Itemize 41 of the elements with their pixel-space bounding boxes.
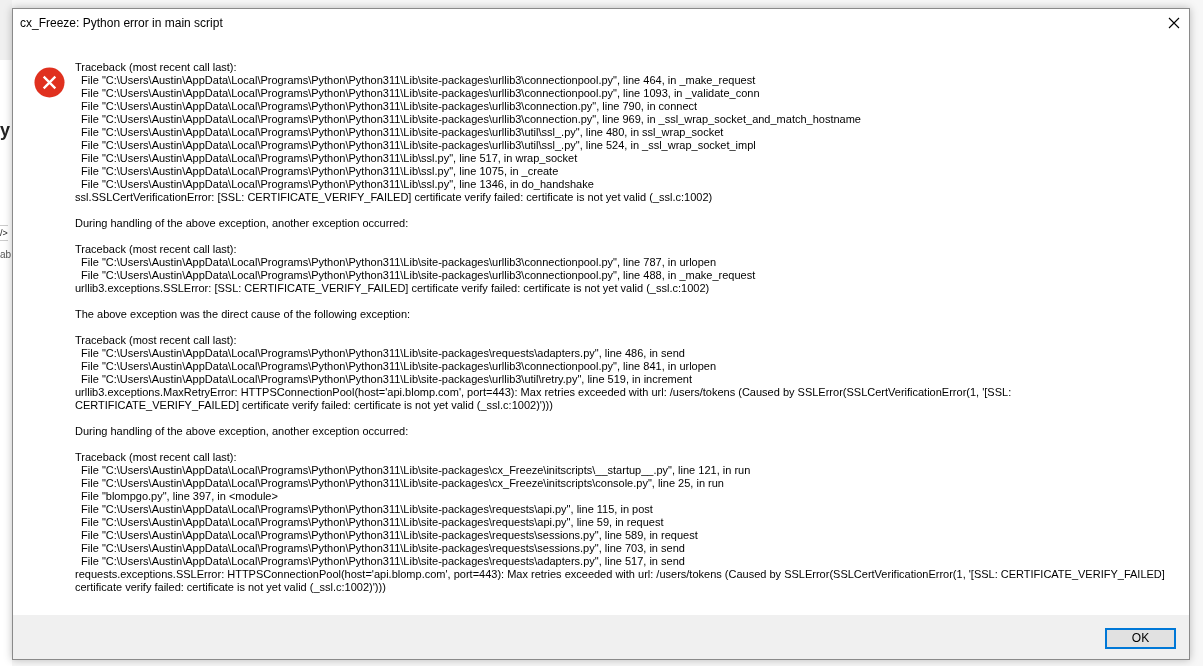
error-text-line: CERTIFICATE_VERIFY_FAILED] certificate verify failed: certificate is not yet valid (_ssl.c:1002)'))) xyxy=(75,399,553,412)
error-text-line: During handling of the above exception, another exception occurred: xyxy=(75,425,409,438)
ok-button[interactable]: OK xyxy=(1105,627,1176,649)
error-text-line: urllib3.exceptions.MaxRetryError: HTTPSConnectionPool(host='api.blomp.com', port=443): Max retries exceeded with url: /users/tokens (Caused by SSLError(SSLCertVerificationError(1, '[SSL: xyxy=(75,386,1012,399)
error-text-line: File "C:\Users\Austin\AppData\Local\Programs\Python\Python311\Lib\site-packages\cx_Freeze\initscripts\console.py", line 25, in run xyxy=(80,477,724,490)
error-text-line: requests.exceptions.SSLError: HTTPSConnectionPool(host='api.blomp.com', port=443): Max retries exceeded with url: /users/tokens (Caused by SSLError(SSLCertVerificationError(1, '[SSL: CERTIFICATE_VERIFY_FAILED] xyxy=(75,568,1165,581)
error-text-line: ssl.SSLCertVerificationError: [SSL: CERTIFICATE_VERIFY_FAILED] certificate verify failed: certificate is not yet valid (_ssl.c:1002) xyxy=(75,191,713,204)
error-text-line: File "blompgo.py", line 397, in <module> xyxy=(80,490,278,503)
error-text-line: Traceback (most recent call last): xyxy=(75,451,237,464)
error-text-line: File "C:\Users\Austin\AppData\Local\Programs\Python\Python311\Lib\site-packages\urllib3\connectionpool.py", line 488, in _make_request xyxy=(80,269,756,282)
error-text-line: File "C:\Users\Austin\AppData\Local\Programs\Python\Python311\Lib\site-packages\urllib3\connectionpool.py", line 787, in urlopen xyxy=(80,256,717,269)
error-text-line: File "C:\Users\Austin\AppData\Local\Programs\Python\Python311\Lib\site-packages\urllib3\connectionpool.py", line 464, in _make_request xyxy=(80,74,756,87)
error-text-line: certificate verify failed: certificate is not yet valid (_ssl.c:1002)'))) xyxy=(75,581,386,594)
background-text: y xyxy=(0,120,10,141)
background-text: /> xyxy=(0,225,8,241)
error-text-line: File "C:\Users\Austin\AppData\Local\Programs\Python\Python311\Lib\site-packages\requests\sessions.py", line 703, in send xyxy=(80,542,685,555)
error-text-line: File "C:\Users\Austin\AppData\Local\Programs\Python\Python311\Lib\site-packages\requests\api.py", line 59, in request xyxy=(80,516,664,529)
error-text-line: urllib3.exceptions.SSLError: [SSL: CERTIFICATE_VERIFY_FAILED] certificate verify failed: certificate is not yet valid (_ssl.c:1002) xyxy=(75,282,710,295)
error-text-line: File "C:\Users\Austin\AppData\Local\Programs\Python\Python311\Lib\ssl.py", line 1075, in _create xyxy=(80,165,559,178)
error-text-line: File "C:\Users\Austin\AppData\Local\Programs\Python\Python311\Lib\site-packages\requests\api.py", line 115, in post xyxy=(80,503,653,516)
error-text-line: Traceback (most recent call last): xyxy=(75,243,237,256)
error-text-line: File "C:\Users\Austin\AppData\Local\Programs\Python\Python311\Lib\site-packages\urllib3\util\ssl_.py", line 480, in ssl_wrap_socket xyxy=(80,126,724,139)
error-text-line: Traceback (most recent call last): xyxy=(75,334,237,347)
error-text-line: File "C:\Users\Austin\AppData\Local\Programs\Python\Python311\Lib\site-packages\cx_Freeze\initscripts\__startup__.py", line 121, in run xyxy=(80,464,751,477)
window-title: cx_Freeze: Python error in main script xyxy=(20,16,223,30)
error-text-line: File "C:\Users\Austin\AppData\Local\Programs\Python\Python311\Lib\site-packages\requests\adapters.py", line 486, in send xyxy=(80,347,685,360)
error-text-line: File "C:\Users\Austin\AppData\Local\Programs\Python\Python311\Lib\site-packages\urllib3\connection.py", line 790, in connect xyxy=(80,100,698,113)
error-text-line: File "C:\Users\Austin\AppData\Local\Programs\Python\Python311\Lib\site-packages\urllib3\connectionpool.py", line 841, in urlopen xyxy=(80,360,717,373)
error-text-line: The above exception was the direct cause of the following exception: xyxy=(75,308,411,321)
error-text-line: File "C:\Users\Austin\AppData\Local\Programs\Python\Python311\Lib\site-packages\urllib3\util\ssl_.py", line 524, in _ssl_wrap_socket_impl xyxy=(80,139,756,152)
error-text-line: File "C:\Users\Austin\AppData\Local\Programs\Python\Python311\Lib\ssl.py", line 1346, in do_handshake xyxy=(80,178,594,191)
error-icon xyxy=(34,67,65,98)
background-text: ab xyxy=(0,249,12,260)
error-text-line: File "C:\Users\Austin\AppData\Local\Programs\Python\Python311\Lib\site-packages\urllib3\connection.py", line 969, in _ssl_wrap_socket_and_match_hostname xyxy=(80,113,861,126)
error-text-line: File "C:\Users\Austin\AppData\Local\Programs\Python\Python311\Lib\site-packages\urllib3\connectionpool.py", line 1093, in _validate_conn xyxy=(80,87,760,100)
error-text-line: File "C:\Users\Austin\AppData\Local\Programs\Python\Python311\Lib\ssl.py", line 517, in wrap_socket xyxy=(80,152,578,165)
error-text-line: Traceback (most recent call last): xyxy=(75,61,237,74)
error-text-line: File "C:\Users\Austin\AppData\Local\Programs\Python\Python311\Lib\site-packages\urllib3\util\retry.py", line 519, in increment xyxy=(80,373,692,386)
error-text-line: During handling of the above exception, another exception occurred: xyxy=(75,217,409,230)
error-text-line: File "C:\Users\Austin\AppData\Local\Programs\Python\Python311\Lib\site-packages\requests\adapters.py", line 517, in send xyxy=(80,555,685,568)
error-text-line: File "C:\Users\Austin\AppData\Local\Programs\Python\Python311\Lib\site-packages\requests\sessions.py", line 589, in request xyxy=(80,529,698,542)
